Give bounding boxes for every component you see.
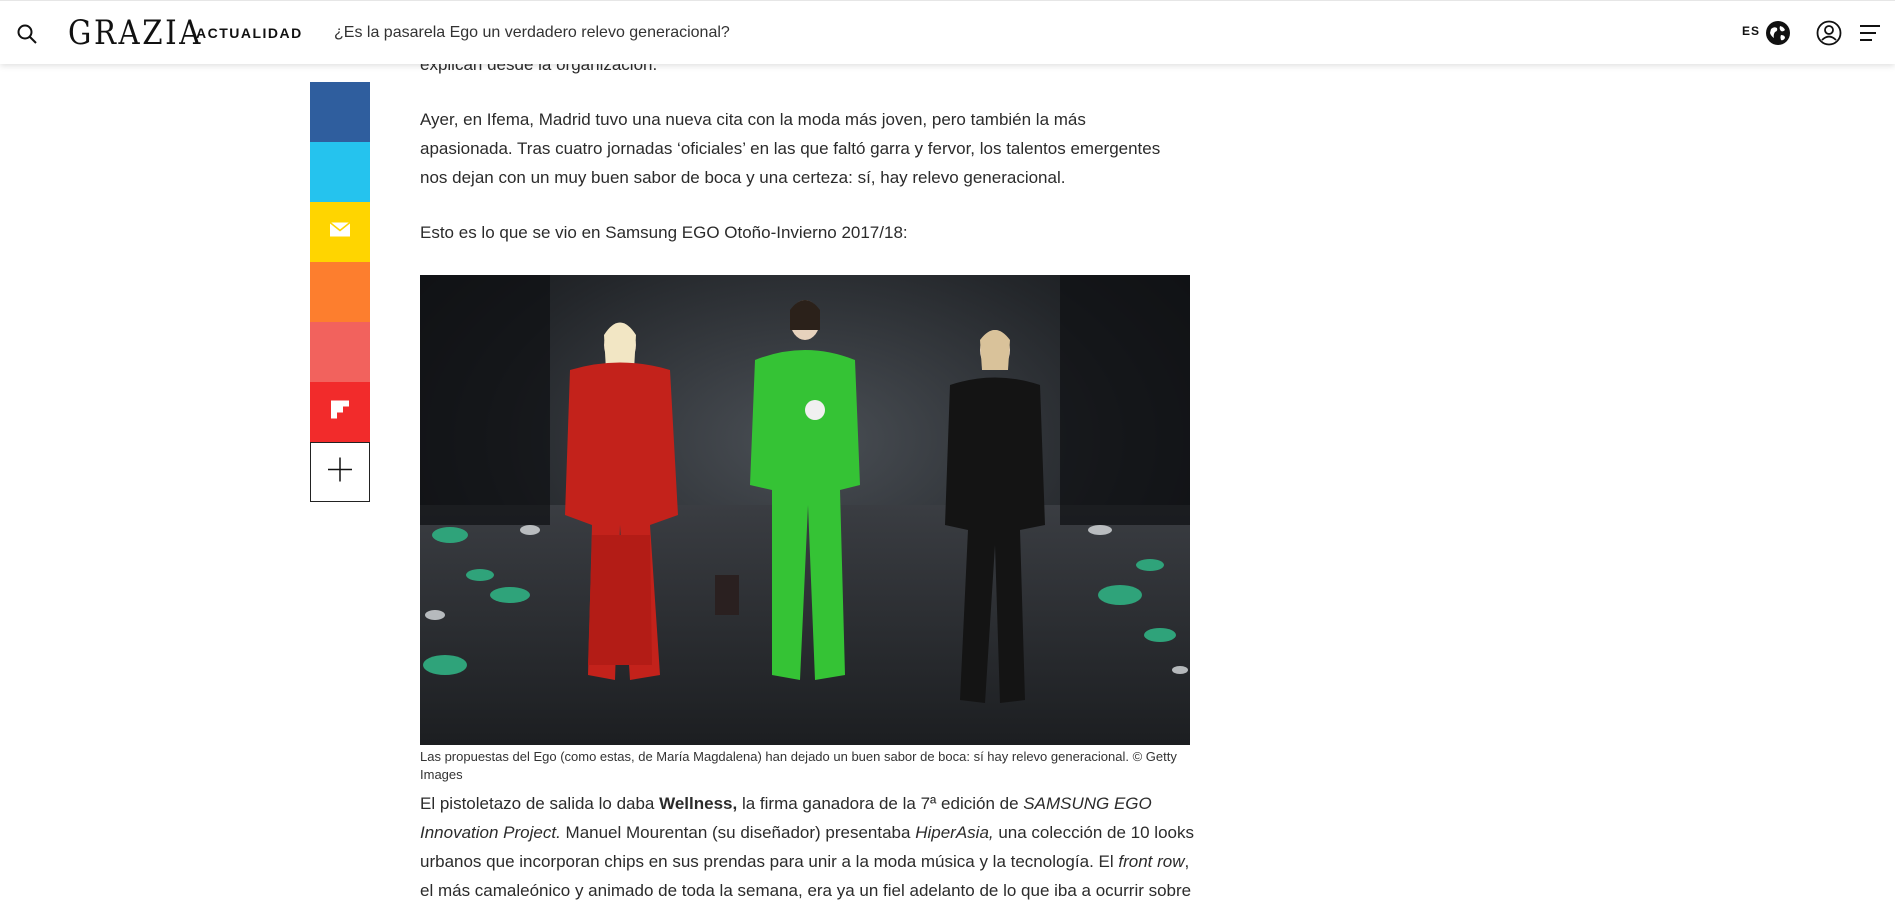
italic-text: HiperAsia, <box>915 823 994 842</box>
section-link[interactable]: ACTUALIDAD <box>196 23 303 43</box>
email-share-button[interactable] <box>310 202 370 262</box>
plus-icon <box>327 457 353 488</box>
paragraph-intro: Ayer, en Ifema, Madrid tuvo una nueva ci… <box>420 110 1161 187</box>
text-run: Manuel Mourentan (su diseñador) presenta… <box>560 823 916 842</box>
photo-caption: Las propuestas del Ego (como estas, de M… <box>420 749 1177 782</box>
grazia-logo[interactable]: GRAZIA <box>68 15 203 51</box>
bold-text: Wellness, <box>659 794 738 813</box>
user-icon[interactable] <box>1816 20 1842 46</box>
text-run: El pistoletazo de salida lo daba <box>420 794 660 813</box>
search-icon[interactable] <box>16 23 38 45</box>
pink-share-button[interactable] <box>310 322 370 382</box>
more-share-button[interactable] <box>310 442 370 502</box>
twitter-share-button[interactable] <box>310 142 370 202</box>
flipboard-icon <box>331 400 349 424</box>
flipboard-share-button[interactable] <box>310 382 370 442</box>
share-bar <box>310 82 370 502</box>
facebook-share-button[interactable] <box>310 82 370 142</box>
paragraph-lead: Esto es lo que se vio en Samsung EGO Oto… <box>420 223 908 242</box>
orange-share-button[interactable] <box>310 262 370 322</box>
text-run: la firma ganadora de la 7ª edición de <box>737 794 1024 813</box>
globe-icon[interactable] <box>1765 20 1791 46</box>
runway-photo <box>420 275 1190 745</box>
paragraph-body: El pistoletazo de salida lo daba Wellnes… <box>420 789 1200 909</box>
language-selector[interactable]: ES <box>1742 24 1760 38</box>
italic-text: front row <box>1118 852 1185 871</box>
article-title-header: ¿Es la pasarela Ego un verdadero relevo … <box>334 24 730 41</box>
envelope-icon <box>329 221 351 243</box>
top-header: GRAZIA ACTUALIDAD ¿Es la pasarela Ego un… <box>0 0 1895 64</box>
menu-icon[interactable] <box>1858 22 1882 44</box>
